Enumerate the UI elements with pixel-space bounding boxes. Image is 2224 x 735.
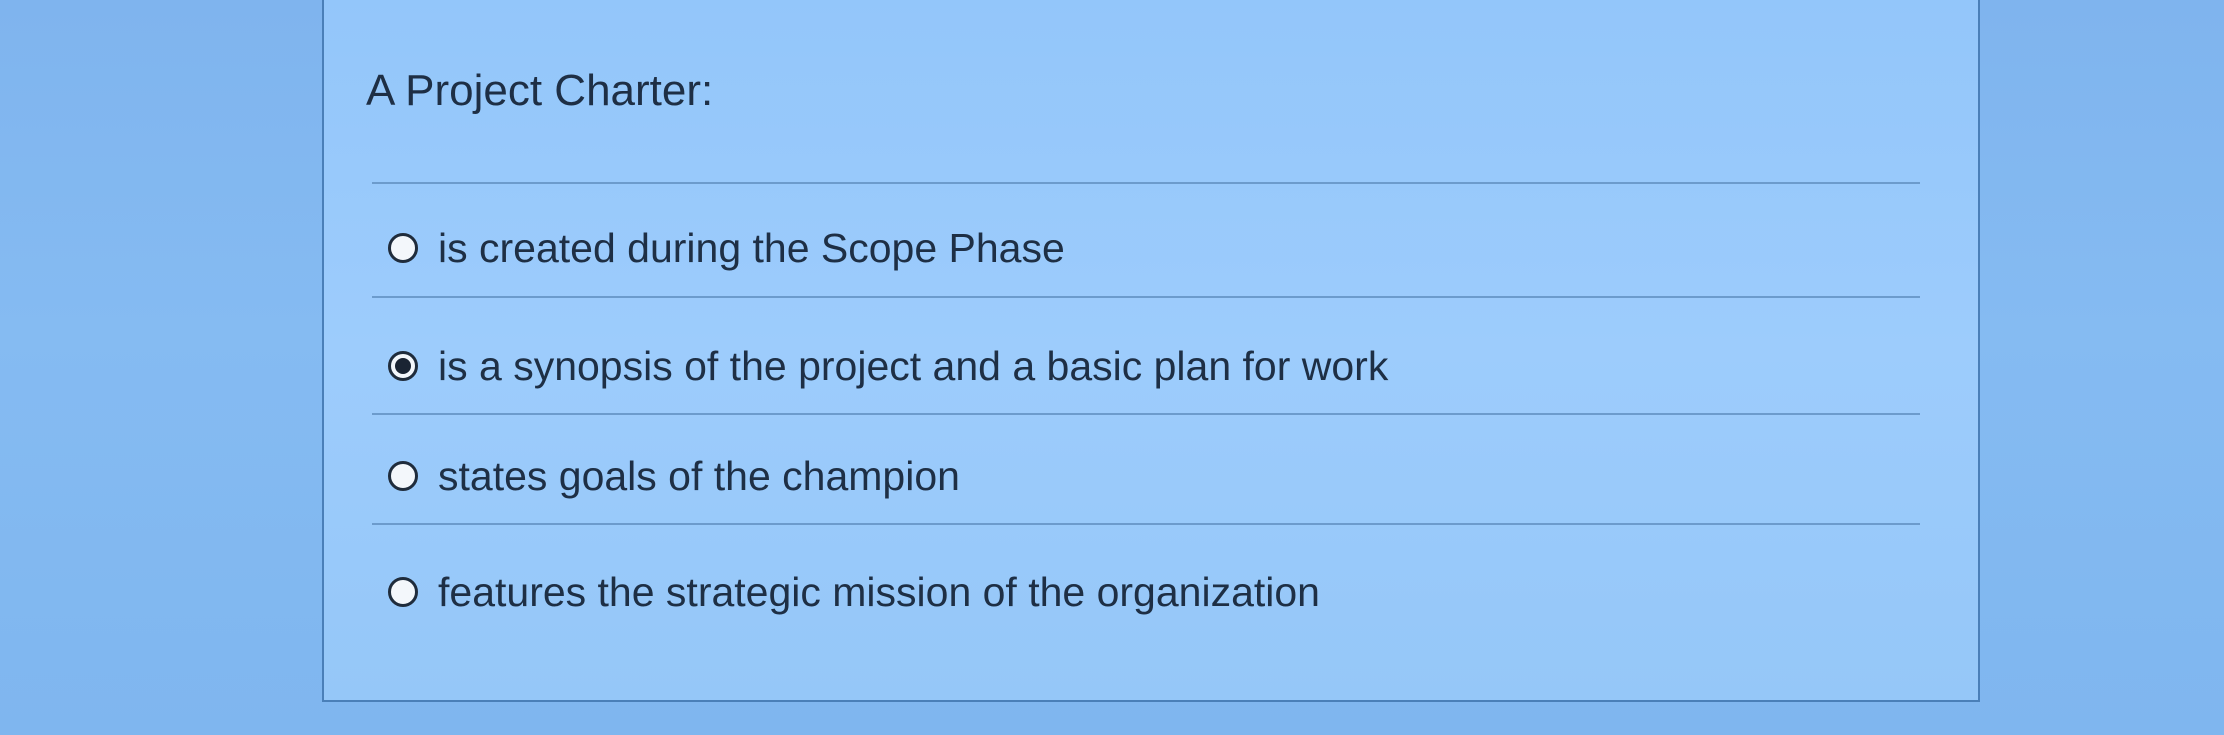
- option-1[interactable]: is a synopsis of the project and a basic…: [388, 336, 1388, 396]
- radio-unselected-icon[interactable]: [388, 461, 418, 491]
- option-label[interactable]: states goals of the champion: [438, 453, 960, 500]
- radio-selected-icon[interactable]: [388, 351, 418, 381]
- question-title: A Project Charter:: [366, 66, 714, 115]
- option-3[interactable]: features the strategic mission of the or…: [388, 562, 1320, 622]
- divider: [372, 413, 1920, 415]
- radio-unselected-icon[interactable]: [388, 577, 418, 607]
- divider: [372, 296, 1920, 298]
- radio-dot: [395, 358, 411, 374]
- option-0[interactable]: is created during the Scope Phase: [388, 218, 1065, 278]
- option-label[interactable]: features the strategic mission of the or…: [438, 569, 1320, 616]
- divider: [372, 182, 1920, 184]
- divider: [372, 523, 1920, 525]
- option-2[interactable]: states goals of the champion: [388, 446, 960, 506]
- option-label[interactable]: is created during the Scope Phase: [438, 225, 1065, 272]
- radio-unselected-icon[interactable]: [388, 233, 418, 263]
- option-label[interactable]: is a synopsis of the project and a basic…: [438, 343, 1388, 390]
